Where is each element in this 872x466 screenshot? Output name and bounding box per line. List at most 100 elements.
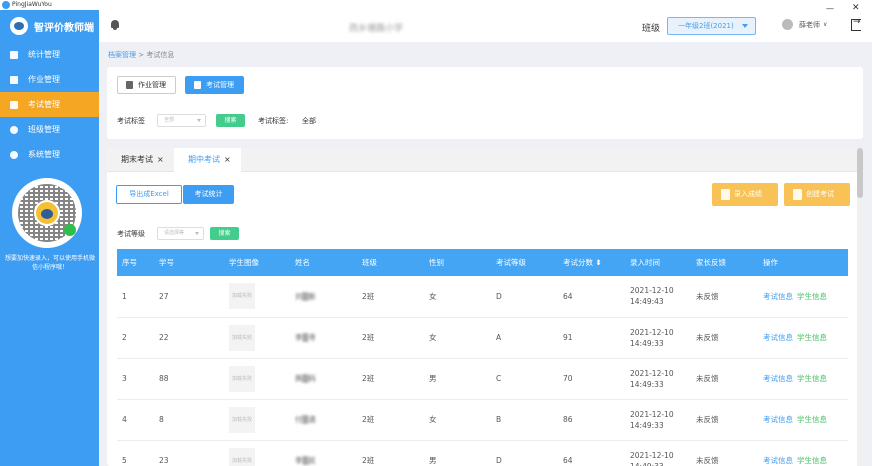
- cell-student-no: 23: [154, 440, 224, 466]
- table-header-row: 序号 学号 学生图像 姓名 班级 性别 考试等级 考试分数 ⬍ 录入时间 家长反…: [117, 249, 848, 276]
- breadcrumb: 档案管理 > 考试信息: [108, 50, 174, 60]
- edit-icon: [721, 189, 730, 200]
- table-row: 5 23 加载失败 李▒民 2班 男 D 64 2021-12-10 14:49…: [117, 440, 848, 466]
- cell-score: 86: [558, 399, 625, 441]
- cell-name: 舆▒码: [290, 358, 357, 400]
- cell-image: 加载失败: [224, 276, 290, 318]
- student-info-link[interactable]: 学生信息: [797, 415, 827, 424]
- col-name: 姓名: [290, 249, 357, 276]
- document-icon: [194, 81, 201, 89]
- tab-final-exam[interactable]: 期末考试 ×: [107, 148, 174, 172]
- cell-feedback: 未反馈: [691, 358, 758, 400]
- student-image: 加载失败: [229, 447, 255, 466]
- school-name: 西乡塘路小学: [349, 24, 404, 34]
- close-icon[interactable]: ×: [224, 155, 231, 164]
- exam-info-link[interactable]: 考试信息: [763, 374, 793, 383]
- tab-exam-management[interactable]: 考试管理: [185, 76, 244, 94]
- student-image: 加载失败: [229, 365, 255, 392]
- tab-midterm-exam[interactable]: 期中考试 ×: [174, 148, 241, 172]
- bell-icon[interactable]: [110, 20, 120, 31]
- sidebar-item-label: 考试管理: [28, 100, 60, 109]
- sidebar-item-label: 班级管理: [28, 125, 60, 134]
- tab-label: 作业管理: [138, 81, 166, 89]
- user-menu[interactable]: 薛老师 ∨: [782, 19, 827, 30]
- gear-icon: [10, 150, 18, 159]
- student-info-link[interactable]: 学生信息: [797, 292, 827, 301]
- minimize-button[interactable]: —: [826, 4, 834, 13]
- sidebar-item-homework[interactable]: 作业管理: [0, 67, 99, 92]
- cell-index: 1: [117, 276, 154, 318]
- sidebar-item-label: 作业管理: [28, 75, 60, 84]
- breadcrumb-separator: >: [136, 51, 147, 59]
- student-info-link[interactable]: 学生信息: [797, 333, 827, 342]
- table-row: 4 8 加载失败 付▒语 2班 女 B 86 2021-12-10 14:49:…: [117, 399, 848, 441]
- export-excel-button[interactable]: 导出成Excel: [116, 185, 182, 204]
- sidebar-item-class[interactable]: 班级管理: [0, 117, 99, 142]
- cell-student-no: 27: [154, 276, 224, 318]
- cell-feedback: 未反馈: [691, 276, 758, 318]
- tab-label: 期末考试: [121, 155, 153, 164]
- tab-label: 考试管理: [206, 81, 234, 89]
- cell-index: 2: [117, 317, 154, 359]
- class-select[interactable]: 一年级2班(2021): [667, 17, 756, 35]
- tab-homework-management[interactable]: 作业管理: [117, 76, 176, 94]
- close-button[interactable]: ✕: [852, 3, 860, 13]
- exam-info-link[interactable]: 考试信息: [763, 456, 793, 465]
- col-score[interactable]: 考试分数 ⬍: [558, 249, 625, 276]
- close-icon[interactable]: ×: [157, 155, 164, 164]
- cell-student-no: 88: [154, 358, 224, 400]
- exam-info-link[interactable]: 考试信息: [763, 415, 793, 424]
- wechat-icon: [64, 224, 76, 236]
- exam-grade-select[interactable]: 请选择等: [157, 227, 204, 240]
- exam-info-link[interactable]: 考试信息: [763, 292, 793, 301]
- top-header: 西乡塘路小学 班级 一年级2班(2021) 薛老师 ∨ — ✕: [99, 3, 872, 42]
- enter-scores-button[interactable]: 录入成绩: [712, 183, 778, 206]
- exam-tag-result-value: 全部: [302, 117, 316, 125]
- breadcrumb-parent[interactable]: 档案管理: [108, 51, 136, 59]
- brand: 智评价教师端: [0, 10, 99, 42]
- cell-grade: B: [491, 399, 558, 441]
- exam-tag-result-label: 考试标签:: [258, 117, 289, 125]
- sidebar-item-label: 系统管理: [28, 150, 60, 159]
- cell-feedback: 未反馈: [691, 317, 758, 359]
- create-exam-button[interactable]: 创建考试: [784, 183, 850, 206]
- cell-name: 李▒民: [290, 440, 357, 466]
- caret-down-icon: [195, 232, 199, 235]
- cell-image: 加载失败: [224, 399, 290, 441]
- table-row: 2 22 加载失败 李▒寻 2班 女 A 91 2021-12-10 14:49…: [117, 317, 848, 359]
- exam-info-link[interactable]: 考试信息: [763, 333, 793, 342]
- cell-feedback: 未反馈: [691, 399, 758, 441]
- exam-grade-search-button[interactable]: 搜索: [210, 227, 239, 240]
- cell-entry-time: 2021-12-10 14:49:33: [625, 317, 691, 359]
- exam-tabstrip: 期末考试 × 期中考试 ×: [107, 148, 857, 172]
- cell-entry-time: 2021-12-10 14:49:43: [625, 276, 691, 318]
- cell-actions: 考试信息 学生信息: [758, 358, 848, 400]
- logout-icon[interactable]: [851, 17, 861, 31]
- table-row: 3 88 加载失败 舆▒码 2班 男 C 70 2021-12-10 14:49…: [117, 358, 848, 400]
- exam-tag-select-value: 全部: [164, 117, 175, 123]
- exam-tag-label: 考试标签: [117, 117, 145, 125]
- cell-score: 91: [558, 317, 625, 359]
- caret-down-icon: [197, 119, 201, 122]
- student-info-link[interactable]: 学生信息: [797, 374, 827, 383]
- scrollbar-thumb[interactable]: [857, 148, 863, 198]
- scrollbar[interactable]: [857, 148, 863, 466]
- exam-icon: [10, 100, 18, 109]
- exam-tag-search-button[interactable]: 搜索: [216, 114, 245, 127]
- exam-tag-select[interactable]: 全部: [157, 114, 206, 127]
- exam-stats-button[interactable]: 考试统计: [183, 185, 234, 204]
- cell-grade: D: [491, 276, 558, 318]
- col-grade: 考试等级: [491, 249, 558, 276]
- cell-class: 2班: [357, 440, 424, 466]
- cell-name: 付▒语: [290, 399, 357, 441]
- cell-score: 70: [558, 358, 625, 400]
- cell-actions: 考试信息 学生信息: [758, 399, 848, 441]
- sidebar-item-exam[interactable]: 考试管理: [0, 92, 99, 117]
- sidebar-item-system[interactable]: 系统管理: [0, 142, 99, 167]
- sidebar-item-stats[interactable]: 统计管理: [0, 42, 99, 67]
- cell-class: 2班: [357, 358, 424, 400]
- student-image: 加载失败: [229, 406, 255, 433]
- cell-grade: C: [491, 358, 558, 400]
- cell-image: 加载失败: [224, 317, 290, 359]
- student-info-link[interactable]: 学生信息: [797, 456, 827, 465]
